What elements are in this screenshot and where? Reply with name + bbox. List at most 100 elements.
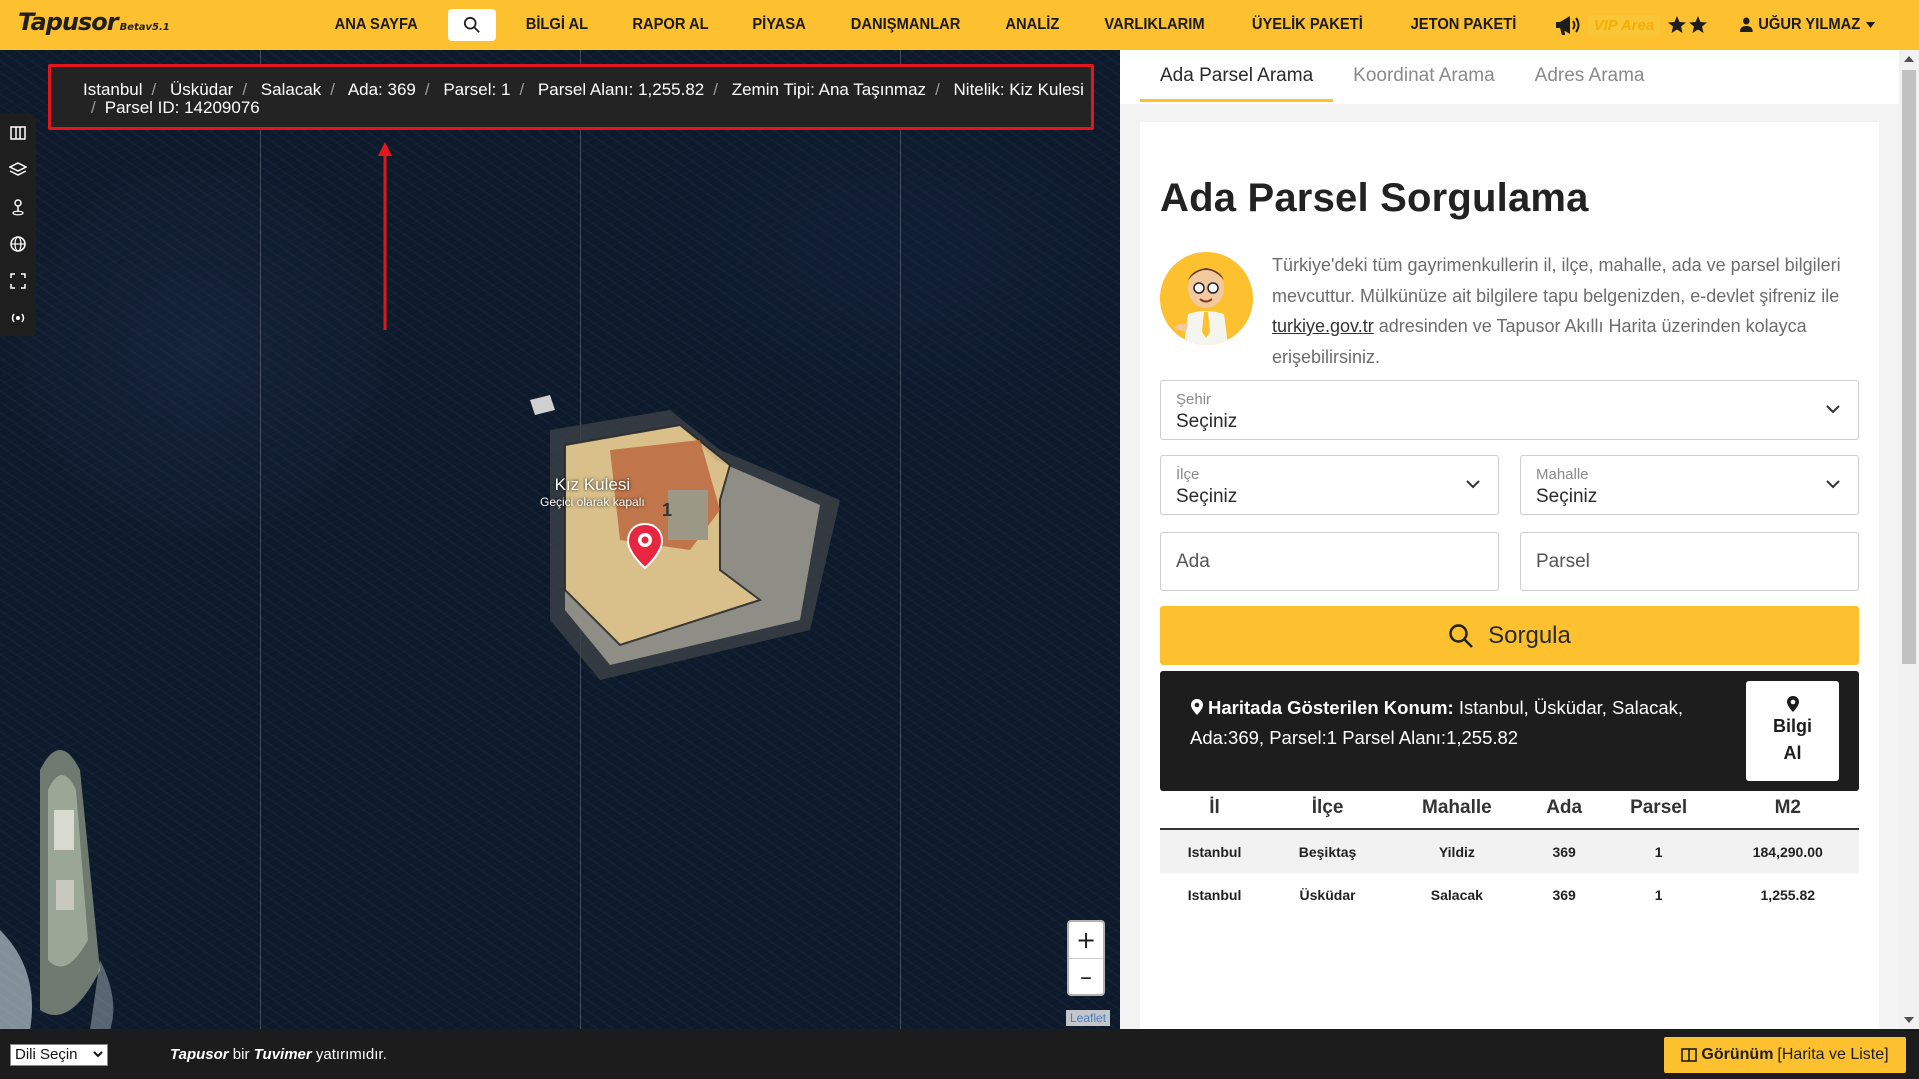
breadcrumb-ada: Ada: 369: [347, 80, 416, 99]
cell-m2: 1,255.82: [1760, 887, 1816, 903]
footer-brand-suffix: yatırımıdır.: [315, 1046, 387, 1063]
results-table: İl İlçe Mahalle Ada Parsel M2 Istanbul B…: [1160, 787, 1859, 917]
column-header-m2[interactable]: M2: [1716, 787, 1859, 830]
breadcrumb-ground-type: Zemin Tipi: Ana Taşınmaz: [731, 80, 927, 99]
ilce-value: Seçiniz: [1176, 486, 1238, 507]
view-mode-button[interactable]: Görünüm [Harita ve Liste]: [1664, 1037, 1906, 1073]
parcel-breadcrumb: Istanbul / Üsküdar / Salacak / Ada: 369/ Pa…: [48, 64, 1094, 130]
main-nav: ANA SAYFA BİLGİ AL RAPOR AL PİYASA DANIŞ…: [312, 0, 1540, 50]
logo[interactable]: Tapusor Betav5.1: [18, 8, 170, 36]
nav-jeton-paketi[interactable]: JETON PAKETİ: [1393, 16, 1534, 34]
scroll-thumb[interactable]: [1902, 70, 1916, 664]
column-header-mahalle[interactable]: Mahalle: [1386, 787, 1528, 830]
breadcrumb-line-2: / Parsel ID: 14209076: [91, 98, 260, 117]
nav-piyasa[interactable]: PİYASA: [735, 16, 823, 34]
turkiye-gov-link[interactable]: turkiye.gov.tr: [1272, 316, 1374, 336]
nav-analiz[interactable]: ANALİZ: [988, 16, 1077, 34]
user-menu[interactable]: UĞUR YILMAZ: [1740, 16, 1876, 34]
language-select[interactable]: Dili Seçin: [10, 1044, 108, 1066]
sehir-select[interactable]: Şehir Seçiniz: [1160, 380, 1859, 440]
poi-status: Geçici olarak kapalı: [540, 495, 645, 509]
map-tool-map[interactable]: [0, 114, 36, 151]
map-tool-fullscreen[interactable]: [0, 262, 36, 299]
chevron-down-icon: [93, 1051, 103, 1058]
globe-icon: [10, 235, 26, 252]
column-header-ilce[interactable]: İlçe: [1269, 787, 1387, 830]
sorgula-label: Sorgula: [1488, 621, 1571, 649]
leaflet-attribution[interactable]: Leaflet: [1066, 1010, 1111, 1026]
map-grid-line: [900, 50, 901, 1029]
breadcrumb-neighborhood: Salacak: [260, 80, 322, 99]
table-header-row: İl İlçe Mahalle Ada Parsel M2: [1160, 787, 1859, 830]
nav-varliklarim[interactable]: VARLIKLARIM: [1087, 16, 1222, 34]
search-card: Ada Parsel Sorgulama Türkiye'deki tüm ga…: [1140, 122, 1879, 1029]
mahalle-value: Seçiniz: [1536, 486, 1598, 507]
nav-danismanlar[interactable]: DANIŞMANLAR: [834, 16, 979, 34]
chevron-down-icon: [1826, 405, 1840, 414]
table-row[interactable]: Istanbul Üsküdar Salacak 369 1 1,255.82: [1160, 873, 1859, 917]
nav-search-button[interactable]: [448, 9, 497, 41]
bilgi-al-button[interactable]: Bilgi Al: [1746, 681, 1839, 781]
nav-rapor-al[interactable]: RAPOR AL: [615, 16, 726, 34]
poi-label[interactable]: Kız Kulesi Geçici olarak kapalı: [540, 475, 645, 509]
location-pin-icon: [1191, 699, 1203, 715]
nav-uyelik-paketi[interactable]: ÜYELİK PAKETİ: [1234, 16, 1380, 34]
column-header-ada[interactable]: Ada: [1527, 787, 1601, 830]
scroll-up-arrow-icon[interactable]: [1904, 56, 1914, 62]
zoom-out-button[interactable]: –: [1069, 958, 1103, 994]
ilce-label: İlçe: [1176, 466, 1200, 483]
cell-il: Istanbul: [1160, 829, 1270, 873]
map-pin-icon[interactable]: [626, 522, 664, 570]
tab-ada-parsel[interactable]: Ada Parsel Arama: [1140, 50, 1334, 102]
footer-brand: Tapusor: [170, 1046, 229, 1063]
ilce-select[interactable]: İlçe Seçiniz: [1160, 455, 1499, 515]
sehir-value: Seçiniz: [1176, 411, 1238, 432]
tab-koordinat[interactable]: Koordinat Arama: [1333, 50, 1515, 102]
scroll-down-arrow-icon[interactable]: [1904, 1017, 1914, 1023]
ship-image: [0, 750, 114, 1029]
map-grid-line: [260, 50, 261, 1029]
nav-ana-sayfa[interactable]: ANA SAYFA: [317, 16, 435, 34]
header-right: VIP Area UĞUR YILMAZ: [1554, 0, 1881, 50]
search-icon: [1449, 623, 1474, 648]
breadcrumb-parcel-id: Parsel ID: 14209076: [104, 98, 260, 117]
vip-area-link[interactable]: VIP Area: [1587, 14, 1661, 36]
cell-ilce: Üsküdar: [1299, 887, 1356, 903]
footer: Dili Seçin Tapusor bir Tuvimer yatırımıd…: [0, 1029, 1919, 1079]
map-icon: [10, 125, 26, 140]
intro-text: Türkiye'deki tüm gayrimenkullerin il, il…: [1272, 250, 1862, 372]
zoom-in-button[interactable]: +: [1069, 922, 1103, 958]
broadcast-icon: [11, 313, 25, 322]
ada-input[interactable]: Ada: [1160, 532, 1499, 591]
parsel-input[interactable]: Parsel: [1520, 532, 1859, 591]
user-name: UĞUR YILMAZ: [1758, 16, 1861, 33]
footer-brand-mid: bir: [232, 1046, 250, 1063]
map-tool-location[interactable]: [0, 188, 36, 225]
table-row[interactable]: Istanbul Beşiktaş Yildiz 369 1 184,290.0…: [1160, 829, 1859, 873]
breadcrumb-city: Istanbul: [83, 80, 143, 99]
kiz-kulesi-island: [530, 395, 840, 680]
map-tool-globe[interactable]: [0, 225, 36, 262]
column-header-il[interactable]: İl: [1160, 787, 1270, 830]
nav-bilgi-al[interactable]: BİLGİ AL: [509, 16, 606, 34]
breadcrumb-district: Üsküdar: [170, 80, 234, 99]
bilgi-al-label-2: Al: [1783, 743, 1802, 763]
cell-m2: 184,290.00: [1716, 829, 1859, 873]
panel-scrollbar[interactable]: [1899, 50, 1919, 1029]
breadcrumb-area: Parsel Alanı: 1,255.82: [537, 80, 705, 99]
location-person-icon: [12, 198, 24, 215]
parsel-placeholder: Parsel: [1536, 551, 1590, 572]
parcel-number-label: 1: [662, 500, 673, 520]
map-tool-broadcast[interactable]: [0, 299, 36, 336]
map-tool-layers[interactable]: [0, 151, 36, 188]
footer-brand-text: Tapusor bir Tuvimer yatırımıdır.: [170, 1046, 387, 1063]
cell-mahalle: Yildiz: [1386, 829, 1528, 873]
tab-adres[interactable]: Adres Arama: [1515, 50, 1665, 102]
mahalle-select[interactable]: Mahalle Seçiniz: [1520, 455, 1859, 515]
sorgula-button[interactable]: Sorgula: [1160, 606, 1859, 665]
cell-parsel: 1: [1654, 887, 1663, 903]
bilgi-al-label-1: Bilgi: [1773, 716, 1812, 736]
column-header-parsel[interactable]: Parsel: [1600, 787, 1717, 830]
megaphone-icon[interactable]: [1554, 14, 1580, 36]
map-canvas[interactable]: Kız Kulesi Geçici olarak kapalı 1 Istanb…: [0, 50, 1120, 1029]
